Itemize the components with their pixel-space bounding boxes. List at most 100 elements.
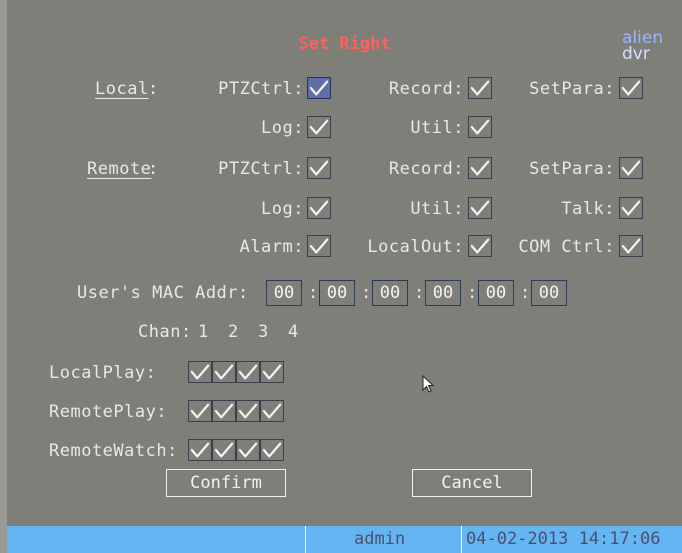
mac-octet-1-input[interactable]: 00 (266, 280, 302, 306)
brand-logo: alien dvr (622, 30, 663, 64)
remoteplay-checkbox-group (188, 400, 284, 422)
checkmark-icon (214, 403, 234, 419)
checkmark-icon (309, 119, 329, 135)
checkmark-icon (309, 160, 329, 176)
checkmark-icon (238, 403, 258, 419)
local-setpara-label: SetPara: (529, 79, 615, 99)
remotewatch-label: RemoteWatch: (49, 441, 178, 461)
remote-talk-label: Talk: (561, 199, 615, 219)
local-record-checkbox[interactable] (468, 77, 492, 99)
chan-label: Chan: (138, 322, 192, 342)
local-setpara-checkbox[interactable] (619, 77, 643, 99)
remote-log-checkbox[interactable] (307, 197, 331, 219)
remotewatch-chan-2-checkbox[interactable] (212, 439, 236, 461)
mac-octet-3-input[interactable]: 00 (372, 280, 408, 306)
checkmark-icon (262, 364, 282, 380)
checkmark-icon (262, 403, 282, 419)
remote-section-label: Remote (87, 159, 152, 179)
checkmark-icon (309, 238, 329, 254)
remoteplay-chan-2-checkbox[interactable] (212, 400, 236, 422)
checkmark-icon (470, 80, 490, 96)
chan-number-1: 1 (198, 322, 209, 342)
mac-separator: : (308, 283, 319, 303)
remote-util-checkbox[interactable] (468, 197, 492, 219)
chan-number-4: 4 (288, 322, 299, 342)
remote-setpara-checkbox[interactable] (619, 157, 643, 179)
checkmark-icon (470, 238, 490, 254)
chan-number-3: 3 (258, 322, 269, 342)
mac-separator: : (414, 283, 425, 303)
checkmark-icon (190, 442, 210, 458)
local-ptzctrl-label: PTZCtrl: (218, 79, 304, 99)
remote-ptzctrl-label: PTZCtrl: (218, 159, 304, 179)
mouse-pointer-icon (422, 375, 434, 393)
remote-localout-label: LocalOut: (367, 237, 464, 257)
checkmark-icon (621, 80, 641, 96)
local-colon: : (148, 79, 159, 99)
mac-separator: : (467, 283, 478, 303)
logo-line-2: dvr (622, 44, 650, 64)
confirm-button[interactable]: Confirm (166, 469, 286, 497)
cancel-button[interactable]: Cancel (412, 469, 532, 497)
remote-setpara-label: SetPara: (529, 159, 615, 179)
checkmark-icon (262, 442, 282, 458)
localplay-chan-1-checkbox[interactable] (188, 361, 212, 383)
checkmark-icon (470, 200, 490, 216)
local-util-checkbox[interactable] (468, 116, 492, 138)
dialog-title: Set Right (298, 34, 391, 54)
remote-record-label: Record: (388, 159, 464, 179)
status-segment-empty (7, 526, 305, 553)
remotewatch-checkbox-group (188, 439, 284, 461)
local-record-label: Record: (388, 79, 464, 99)
remote-util-label: Util: (410, 199, 464, 219)
checkmark-icon (309, 200, 329, 216)
status-datetime: 04-02-2013 14:17:06 (461, 526, 682, 553)
remoteplay-label: RemotePlay: (49, 402, 168, 422)
localplay-chan-3-checkbox[interactable] (236, 361, 260, 383)
localplay-label: LocalPlay: (49, 363, 157, 383)
local-log-checkbox[interactable] (307, 116, 331, 138)
remoteplay-chan-4-checkbox[interactable] (260, 400, 284, 422)
remotewatch-chan-1-checkbox[interactable] (188, 439, 212, 461)
checkmark-icon (621, 160, 641, 176)
local-util-label: Util: (410, 118, 464, 138)
localplay-chan-2-checkbox[interactable] (212, 361, 236, 383)
remote-alarm-checkbox[interactable] (307, 235, 331, 257)
remotewatch-chan-3-checkbox[interactable] (236, 439, 260, 461)
remoteplay-chan-3-checkbox[interactable] (236, 400, 260, 422)
checkmark-icon (190, 403, 210, 419)
checkmark-icon (238, 442, 258, 458)
mac-octet-5-input[interactable]: 00 (478, 280, 514, 306)
mac-octet-2-input[interactable]: 00 (319, 280, 355, 306)
chan-number-2: 2 (228, 322, 239, 342)
checkmark-icon (214, 442, 234, 458)
checkmark-icon (238, 364, 258, 380)
localplay-checkbox-group (188, 361, 284, 383)
set-right-dialog: Set Right alien dvr Local : PTZCtrl: Rec… (0, 0, 682, 553)
remote-comctrl-label: COM Ctrl: (518, 237, 615, 257)
local-ptzctrl-checkbox[interactable] (307, 77, 331, 99)
remote-localout-checkbox[interactable] (468, 235, 492, 257)
checkmark-icon (621, 200, 641, 216)
remotewatch-chan-4-checkbox[interactable] (260, 439, 284, 461)
checkmark-icon (621, 238, 641, 254)
remote-alarm-label: Alarm: (239, 237, 304, 257)
remote-ptzctrl-checkbox[interactable] (307, 157, 331, 179)
remoteplay-chan-1-checkbox[interactable] (188, 400, 212, 422)
remote-record-checkbox[interactable] (468, 157, 492, 179)
mac-separator: : (361, 283, 372, 303)
remote-talk-checkbox[interactable] (619, 197, 643, 219)
mac-octet-6-input[interactable]: 00 (531, 280, 567, 306)
status-bar: admin 04-02-2013 14:17:06 (7, 526, 682, 553)
checkmark-icon (214, 364, 234, 380)
localplay-chan-4-checkbox[interactable] (260, 361, 284, 383)
status-user: admin (305, 526, 461, 553)
remote-comctrl-checkbox[interactable] (619, 235, 643, 257)
checkmark-icon (309, 80, 329, 96)
checkmark-icon (470, 160, 490, 176)
remote-log-label: Log: (261, 199, 304, 219)
mac-separator: : (520, 283, 531, 303)
local-section-label: Local (95, 79, 149, 99)
local-log-label: Log: (261, 118, 304, 138)
mac-octet-4-input[interactable]: 00 (425, 280, 461, 306)
